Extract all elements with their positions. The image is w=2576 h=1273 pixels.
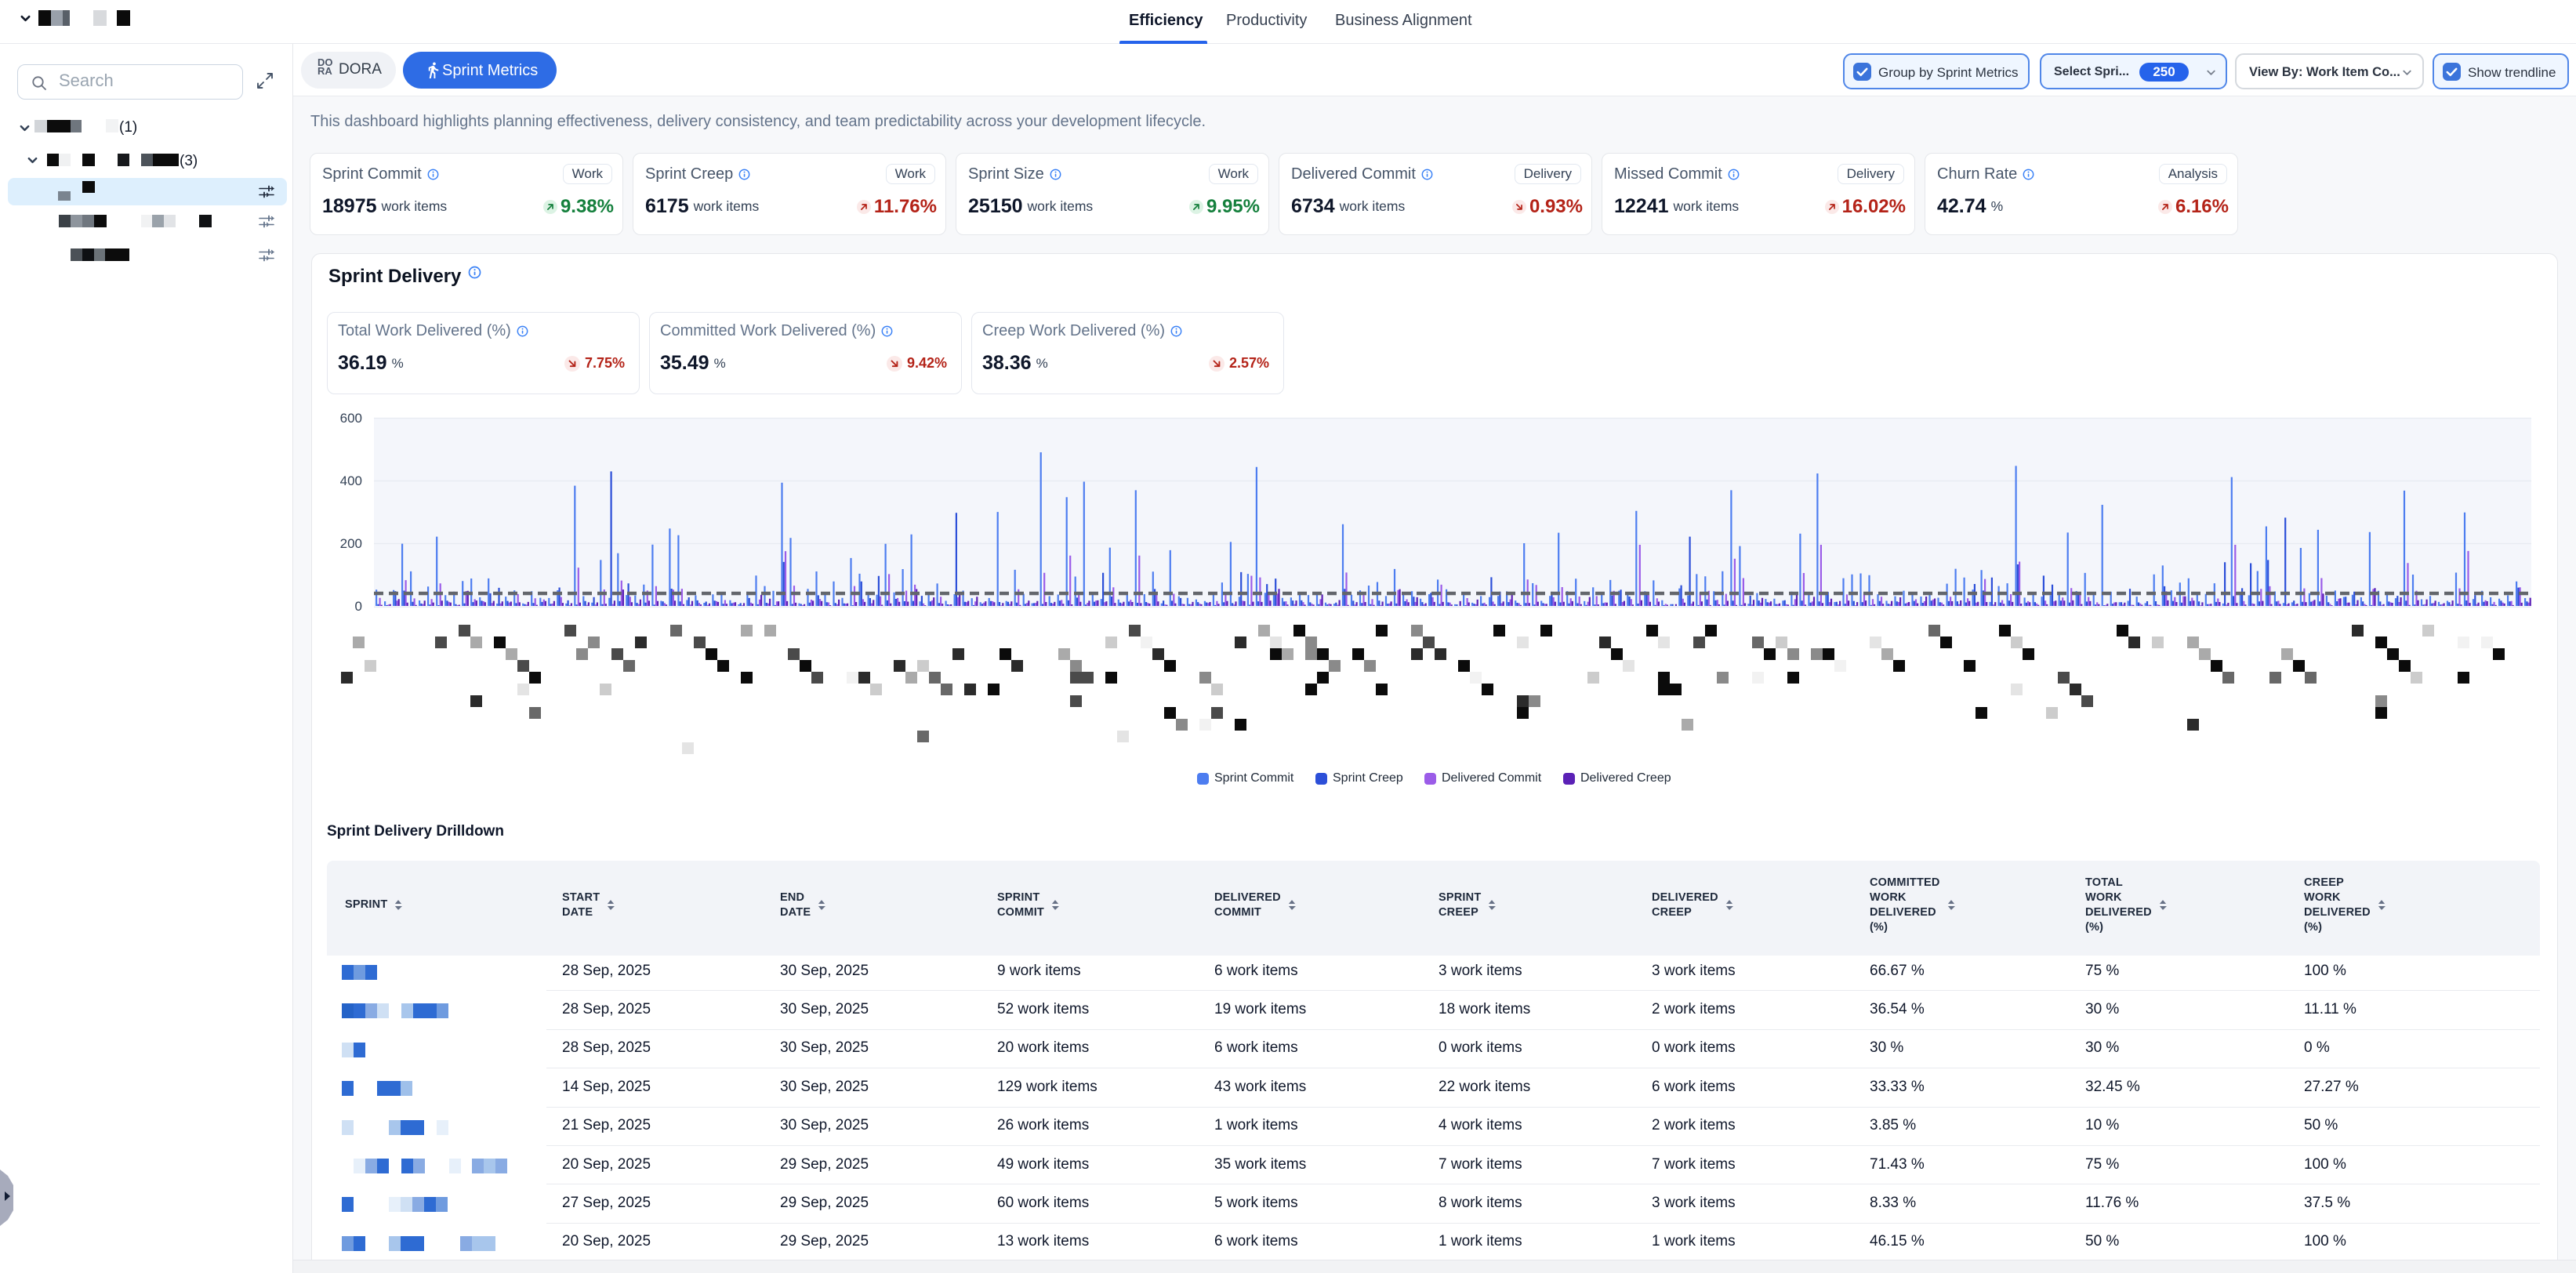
svg-text:400: 400 <box>340 473 362 488</box>
svg-text:600: 600 <box>340 411 362 426</box>
svg-text:0: 0 <box>355 599 362 614</box>
svg-text:200: 200 <box>340 536 362 551</box>
